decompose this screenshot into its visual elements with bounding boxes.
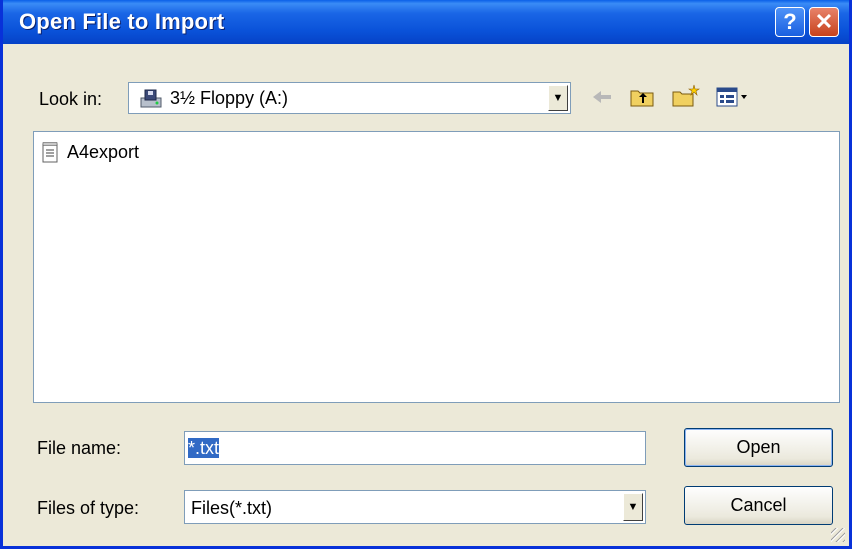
look-in-dropdown[interactable]: 3½ Floppy (A:) ▼	[128, 82, 571, 114]
file-name-input[interactable]: *.txt	[184, 431, 646, 465]
close-button[interactable]: ✕	[809, 7, 839, 37]
dialog-title: Open File to Import	[19, 9, 225, 34]
open-file-dialog: Open File to Import ? ✕ Look in: 3½ Flop…	[0, 0, 852, 549]
file-list[interactable]: A4export	[33, 131, 840, 403]
file-type-dropdown[interactable]: Files(*.txt) ▼	[184, 490, 646, 524]
floppy-drive-icon	[140, 89, 162, 108]
back-arrow-icon[interactable]	[591, 88, 613, 106]
title-bar[interactable]: Open File to Import ? ✕	[3, 0, 849, 44]
help-button[interactable]: ?	[775, 7, 805, 37]
file-name-label: File name:	[37, 438, 122, 458]
chevron-down-icon: ▼	[627, 501, 639, 513]
file-name-value: *.txt	[188, 438, 220, 458]
look-in-value: 3½ Floppy (A:)	[170, 88, 289, 108]
file-name: A4export	[67, 142, 140, 162]
list-item[interactable]: A4export	[42, 142, 139, 163]
text-file-icon	[42, 142, 58, 163]
open-button[interactable]: Open	[684, 428, 833, 467]
new-folder-icon[interactable]	[671, 84, 701, 108]
look-in-label: Look in:	[39, 89, 103, 109]
view-menu-icon[interactable]	[715, 86, 751, 108]
cancel-button[interactable]: Cancel	[684, 486, 833, 525]
file-type-label: Files of type:	[37, 498, 140, 518]
up-folder-icon[interactable]	[629, 86, 655, 108]
look-in-dropdown-button[interactable]: ▼	[548, 85, 568, 111]
chevron-down-icon: ▼	[552, 92, 564, 104]
file-type-value: Files(*.txt)	[191, 498, 272, 518]
file-type-dropdown-button[interactable]: ▼	[623, 493, 643, 521]
resize-grip[interactable]	[831, 528, 845, 542]
